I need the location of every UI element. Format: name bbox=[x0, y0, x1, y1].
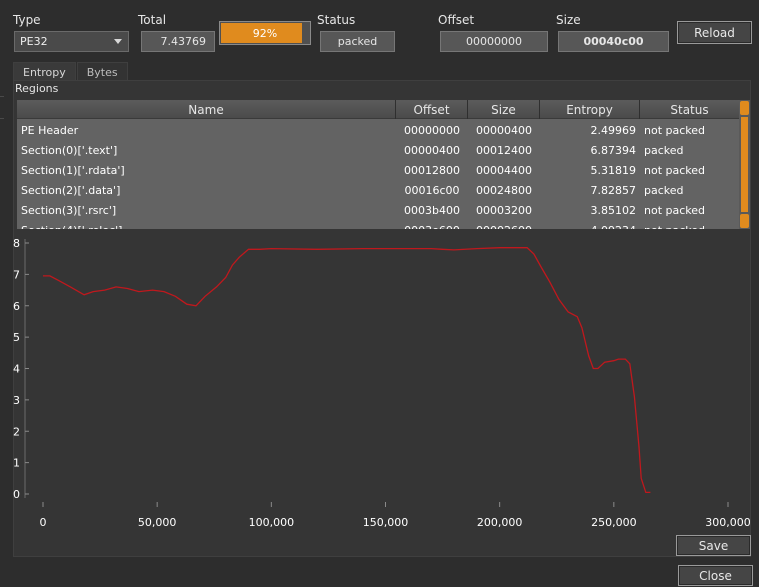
cell-status: not packed bbox=[644, 203, 706, 217]
table-row[interactable]: Section(2)['.data'] 00016c00 00024800 7.828… bbox=[17, 180, 739, 200]
total-field[interactable]: 7.43769 bbox=[141, 31, 215, 52]
size-field[interactable]: 00040c00 bbox=[558, 31, 669, 52]
x-tick-label: 100,000 bbox=[249, 516, 295, 529]
offset-field[interactable]: 00000000 bbox=[440, 31, 548, 52]
y-tick-label: 1 bbox=[13, 457, 20, 470]
cell-size: 00002600 bbox=[468, 220, 540, 230]
x-tick-label: 50,000 bbox=[138, 516, 177, 529]
y-tick-label: 0 bbox=[13, 488, 20, 501]
table-row[interactable]: Section(0)['.text'] 00000400 00012400 6.873… bbox=[17, 140, 739, 160]
cell-entropy: 6.87394 bbox=[590, 143, 637, 157]
x-tick-label: 250,000 bbox=[591, 516, 637, 529]
window-edge-mark bbox=[0, 118, 4, 119]
type-label: Type bbox=[13, 13, 41, 27]
type-select[interactable]: PE32 bbox=[14, 31, 129, 52]
cell-entropy: 2.49969 bbox=[590, 123, 637, 137]
cell-offset: 0003b400 bbox=[404, 203, 460, 217]
cell-size: 00000400 bbox=[476, 123, 532, 137]
regions-table: Name Offset Size Entropy Status PE Heade… bbox=[17, 100, 750, 229]
status-field[interactable]: packed bbox=[320, 31, 395, 52]
cell-entropy: 4.09234 bbox=[540, 220, 640, 230]
entropy-series bbox=[43, 247, 651, 494]
cell-name: Section(3)['.rsrc'] bbox=[21, 203, 117, 217]
table-row[interactable]: Section(3)['.rsrc'] 0003b400 00003200 3.851… bbox=[17, 200, 739, 220]
size-label: Size bbox=[556, 13, 581, 27]
y-tick-label: 7 bbox=[13, 268, 20, 281]
progress-text: 92% bbox=[252, 26, 278, 40]
y-tick-label: 2 bbox=[13, 425, 20, 438]
y-tick-label: 6 bbox=[13, 300, 20, 313]
table-row[interactable]: Section(4)['.reloc']0003e600000026004.09… bbox=[17, 220, 739, 230]
cell-entropy: 7.82857 bbox=[590, 183, 637, 197]
scroll-down-icon[interactable] bbox=[740, 214, 749, 228]
y-tick-label: 8 bbox=[13, 237, 20, 250]
offset-label: Offset bbox=[438, 13, 475, 27]
cell-status: not packed bbox=[644, 163, 706, 177]
x-tick-label: 150,000 bbox=[363, 516, 409, 529]
cell-name: PE Header bbox=[21, 123, 79, 137]
close-button[interactable]: Close bbox=[678, 565, 753, 586]
cell-name: Section(4)['.reloc'] bbox=[17, 220, 396, 230]
x-tick-label: 200,000 bbox=[477, 516, 523, 529]
cell-entropy: 5.31819 bbox=[590, 163, 637, 177]
reload-button[interactable]: Reload bbox=[677, 21, 752, 44]
status-label: Status bbox=[317, 13, 356, 27]
column-header-name[interactable]: Name bbox=[17, 100, 396, 119]
table-header: Name Offset Size Entropy Status bbox=[17, 100, 739, 119]
cell-status: packed bbox=[644, 143, 684, 157]
column-header-offset[interactable]: Offset bbox=[396, 100, 468, 119]
cell-status: packed bbox=[644, 183, 684, 197]
cell-status: not packed bbox=[640, 220, 739, 230]
x-axis: 0 50,000 100,000 150,000 200,000 250,000 300,0… bbox=[40, 502, 751, 529]
x-tick-label: 300,000 bbox=[705, 516, 751, 529]
column-header-status[interactable]: Status bbox=[640, 100, 739, 119]
column-header-entropy[interactable]: Entropy bbox=[540, 100, 640, 119]
scrollbar-thumb[interactable] bbox=[741, 117, 748, 212]
tab-bytes[interactable]: Bytes bbox=[76, 62, 128, 81]
cell-offset: 0003e600 bbox=[396, 220, 468, 230]
table-row[interactable]: Section(1)['.rdata'] 00012800 00004400 5.31… bbox=[17, 160, 739, 180]
type-select-value: PE32 bbox=[20, 35, 48, 48]
regions-label: Regions bbox=[15, 82, 59, 95]
scroll-up-icon[interactable] bbox=[740, 101, 749, 115]
cell-offset: 00012800 bbox=[404, 163, 460, 177]
table-scrollbar[interactable] bbox=[739, 100, 750, 229]
cell-name: Section(0)['.text'] bbox=[21, 143, 118, 157]
cell-entropy: 3.85102 bbox=[590, 203, 637, 217]
y-axis: 0 1 2 3 4 5 6 7 8 bbox=[13, 237, 29, 501]
cell-size: 00012400 bbox=[476, 143, 532, 157]
cell-status: not packed bbox=[644, 123, 706, 137]
table-body: PE Header 00000000 00000400 2.49969 not pack… bbox=[17, 120, 739, 230]
cell-size: 00004400 bbox=[476, 163, 532, 177]
entropy-progress-bar: 92% bbox=[219, 21, 311, 45]
window-edge-mark bbox=[0, 96, 4, 97]
cell-size: 00024800 bbox=[476, 183, 532, 197]
entropy-chart: 0 1 2 3 4 5 6 7 8 0 50,000 100,000 150,000 200,000 25… bbox=[13, 237, 751, 529]
cell-name: Section(2)['.data'] bbox=[21, 183, 121, 197]
tab-entropy[interactable]: Entropy bbox=[13, 62, 76, 81]
y-tick-label: 3 bbox=[13, 394, 20, 407]
y-tick-label: 4 bbox=[13, 363, 20, 376]
cell-offset: 00000000 bbox=[404, 123, 460, 137]
chevron-down-icon bbox=[114, 39, 122, 44]
total-label: Total bbox=[138, 13, 167, 27]
cell-offset: 00000400 bbox=[404, 143, 460, 157]
entropy-line bbox=[43, 247, 651, 494]
cell-size: 00003200 bbox=[476, 203, 532, 217]
cell-offset: 00016c00 bbox=[404, 183, 460, 197]
x-tick-label: 0 bbox=[40, 516, 47, 529]
cell-name: Section(1)['.rdata'] bbox=[21, 163, 125, 177]
tab-bar: Entropy Bytes bbox=[13, 62, 129, 81]
column-header-size[interactable]: Size bbox=[468, 100, 540, 119]
save-button[interactable]: Save bbox=[676, 535, 751, 556]
table-row[interactable]: PE Header 00000000 00000400 2.49969 not pack… bbox=[17, 120, 739, 140]
y-tick-label: 5 bbox=[13, 331, 20, 344]
